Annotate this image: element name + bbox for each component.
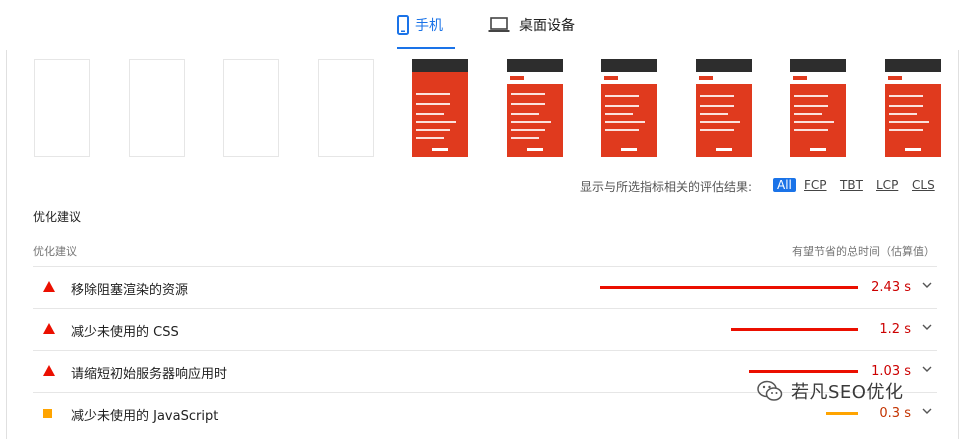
table-header-opportunity: 优化建议 [33, 245, 77, 258]
chevron-down-icon[interactable] [921, 363, 933, 375]
laptop-icon [488, 17, 510, 32]
wechat-icon [757, 380, 783, 401]
filmstrip-frame [317, 59, 374, 157]
savings-bar [826, 412, 858, 415]
filter-fcp[interactable]: FCP [804, 178, 827, 192]
filter-tbt[interactable]: TBT [840, 178, 863, 192]
filmstrip-frame [790, 59, 846, 157]
savings-bar [731, 328, 858, 331]
warning-triangle-icon [43, 281, 57, 293]
table-header-savings: 有望节省的总时间（估算值） [792, 245, 935, 258]
filmstrip-frame [506, 59, 563, 157]
tab-mobile[interactable]: 手机 [397, 0, 455, 50]
opportunity-title: 请缩短初始服务器响应用时 [71, 367, 228, 382]
device-tabs: 手机 桌面设备 [0, 0, 965, 50]
chevron-down-icon[interactable] [921, 321, 933, 333]
filmstrip-frame [884, 59, 941, 157]
filter-cls[interactable]: CLS [912, 178, 935, 192]
watermark-text: 若凡SEO优化 [791, 382, 904, 403]
savings-value: 0.3 s [879, 406, 911, 421]
warning-triangle-icon [43, 365, 57, 377]
watermark: 若凡SEO优化 [757, 378, 903, 404]
filter-lcp[interactable]: LCP [876, 178, 898, 192]
savings-bar [749, 370, 858, 373]
active-tab-indicator [397, 47, 455, 49]
panel-border-right [958, 50, 959, 439]
filter-all[interactable]: All [773, 178, 796, 192]
filmstrip-frame [601, 59, 657, 157]
opportunity-row[interactable]: 减少未使用的 CSS 1.2 s [33, 308, 937, 350]
opportunity-title: 移除阻塞渲染的资源 [71, 283, 189, 298]
tab-desktop-label: 桌面设备 [519, 18, 575, 34]
chevron-down-icon[interactable] [921, 279, 933, 291]
average-square-icon [43, 407, 57, 419]
opportunity-title: 减少未使用的 CSS [71, 325, 179, 340]
savings-value: 2.43 s [871, 280, 911, 295]
savings-value: 1.03 s [871, 364, 911, 379]
tab-mobile-label: 手机 [415, 18, 443, 34]
chevron-down-icon[interactable] [921, 405, 933, 417]
section-title: 优化建议 [33, 210, 82, 224]
tab-desktop[interactable]: 桌面设备 [488, 0, 575, 50]
filmstrip-frame [412, 59, 468, 157]
opportunity-row[interactable]: 移除阻塞渲染的资源 2.43 s [33, 266, 937, 308]
panel-border-left [6, 50, 7, 439]
savings-value: 1.2 s [879, 322, 911, 337]
warning-triangle-icon [43, 323, 57, 335]
mobile-phone-icon [397, 15, 409, 35]
filter-label: 显示与所选指标相关的评估结果: [579, 180, 752, 194]
filmstrip-frame [128, 59, 185, 157]
filmstrip-frame [223, 59, 279, 157]
filmstrip-frame [34, 59, 90, 157]
savings-bar [600, 286, 858, 289]
filmstrip-frame [695, 59, 752, 157]
opportunity-title: 减少未使用的 JavaScript [71, 409, 219, 424]
